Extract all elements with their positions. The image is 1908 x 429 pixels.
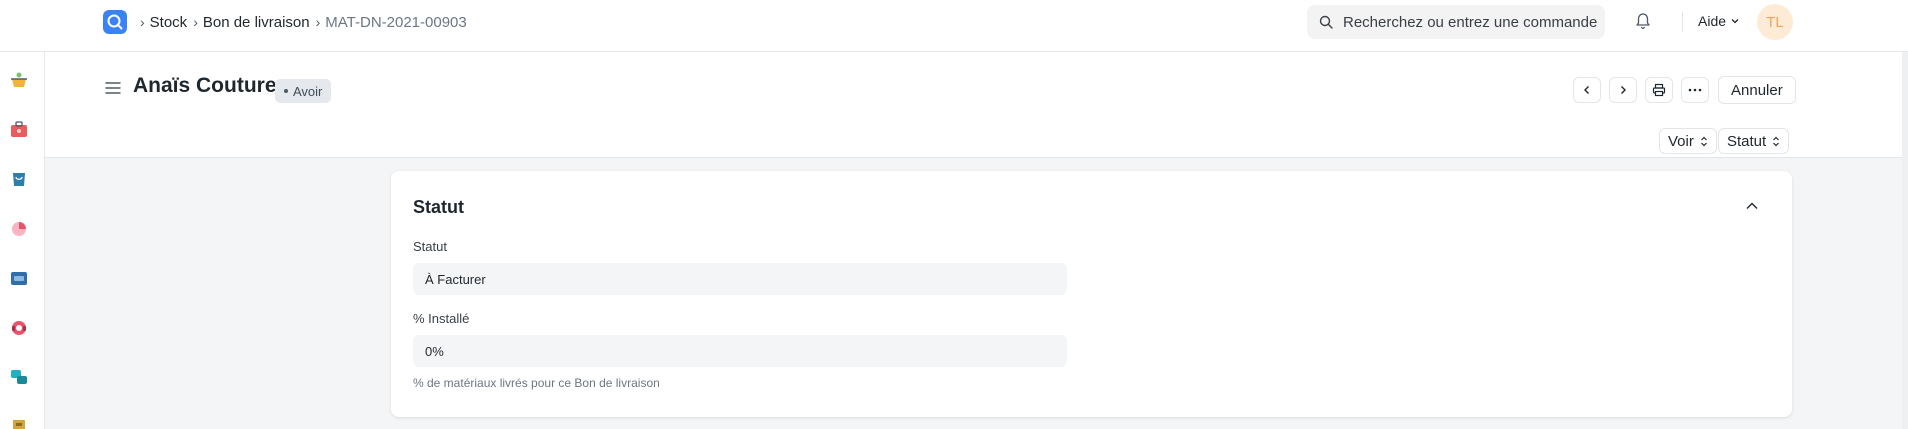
status-badge: Avoir (275, 79, 332, 103)
print-button[interactable] (1645, 77, 1673, 103)
chevron-right-icon (1621, 86, 1626, 94)
status-field-label: Statut (413, 239, 447, 254)
logo-icon (107, 14, 123, 30)
updown-chevron-icon (1773, 136, 1780, 146)
view-select[interactable]: Voir (1659, 128, 1717, 154)
field-description: % de matériaux livrés pour ce Bon de liv… (413, 376, 660, 390)
chevron-left-icon (1584, 86, 1589, 94)
more-actions-button[interactable] (1681, 77, 1709, 103)
search-input[interactable]: Recherchez ou entrez une commande (1307, 5, 1605, 39)
previous-button[interactable] (1573, 77, 1601, 103)
stock-icon[interactable] (9, 268, 29, 288)
help-dropdown[interactable]: Aide (1698, 13, 1740, 29)
status-dot-icon (284, 89, 288, 93)
top-navbar: › Stock › Bon de livraison › MAT-DN-2021… (0, 0, 1908, 52)
next-button[interactable] (1609, 77, 1637, 103)
chevron-down-icon (1731, 19, 1739, 24)
pie-chart-icon[interactable] (9, 218, 29, 238)
status-section-card: Statut Statut À Facturer % Installé 0% %… (391, 171, 1792, 417)
page-header: Anaïs Couture Avoir Annuler Voir Statut (45, 52, 1908, 158)
view-select-label: Voir (1668, 132, 1694, 150)
accounting-icon[interactable] (9, 120, 29, 140)
chevron-right-icon: › (140, 14, 145, 30)
breadcrumb-stock[interactable]: Stock (150, 14, 188, 31)
navbar-divider (1682, 12, 1683, 32)
printer-icon (1652, 83, 1666, 97)
breadcrumb-delivery-note[interactable]: Bon de livraison (203, 14, 310, 31)
breadcrumb-document-id[interactable]: MAT-DN-2021-00903 (325, 14, 466, 31)
notification-bell-icon[interactable] (1635, 12, 1651, 35)
more-horizontal-icon (1688, 88, 1702, 92)
sidebar (0, 52, 45, 429)
search-placeholder: Recherchez ou entrez une commande (1343, 13, 1598, 31)
cancel-button[interactable]: Annuler (1718, 76, 1796, 104)
status-select-label: Statut (1727, 132, 1767, 150)
scrollbar-track[interactable] (1902, 52, 1908, 429)
menu-icon[interactable] (105, 81, 121, 95)
page-title: Anaïs Couture (133, 74, 277, 97)
status-select[interactable]: Statut (1718, 128, 1790, 154)
chevron-right-icon: › (193, 14, 198, 30)
updown-chevron-icon (1700, 136, 1707, 146)
avatar[interactable]: TL (1757, 4, 1793, 40)
status-field[interactable]: À Facturer (413, 263, 1067, 295)
support-icon[interactable] (9, 318, 29, 338)
home-icon[interactable] (9, 70, 29, 90)
buying-icon[interactable] (9, 169, 29, 189)
help-label: Aide (1698, 13, 1727, 29)
section-title: Statut (413, 197, 464, 217)
app-logo[interactable] (103, 10, 127, 34)
breadcrumb: › Stock › Bon de livraison › MAT-DN-2021… (140, 12, 473, 32)
installed-percent-label: % Installé (413, 311, 470, 326)
status-badge-label: Avoir (293, 83, 323, 99)
assets-icon[interactable] (9, 417, 29, 429)
chevron-right-icon: › (315, 14, 321, 30)
projects-icon[interactable] (9, 367, 29, 387)
chevron-up-icon[interactable] (1745, 201, 1759, 211)
search-icon (1319, 15, 1333, 29)
installed-percent-field[interactable]: 0% (413, 335, 1067, 367)
